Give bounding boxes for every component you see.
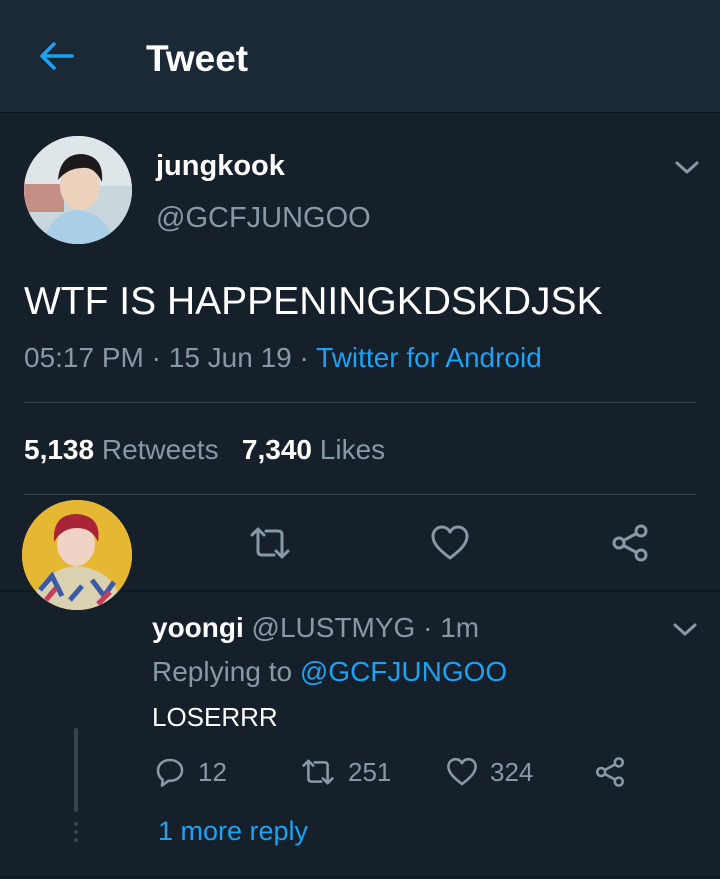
reply-like-button[interactable]: 324 xyxy=(446,754,533,790)
tweet-meta: 05:17 PM · 15 Jun 19 · Twitter for Andro… xyxy=(24,342,542,374)
likes-stat[interactable]: 7,340 Likes xyxy=(242,434,385,465)
avatar[interactable] xyxy=(24,136,132,244)
reply-header: yoongi @LUSTMYG · 1m xyxy=(152,612,479,644)
reply-count: 12 xyxy=(198,756,227,787)
thread-line xyxy=(74,728,78,812)
engagement-stats: 5,138 Retweets 7,340 Likes xyxy=(24,434,385,466)
likes-label: Likes xyxy=(319,434,386,465)
reply-icon xyxy=(156,758,184,787)
reply-retweet-button[interactable]: 251 xyxy=(300,754,391,790)
mention-link[interactable]: @GCFJUNGOO xyxy=(300,656,507,687)
reply-author-handle[interactable]: @LUSTMYG xyxy=(252,612,416,643)
reply-share-button[interactable] xyxy=(594,754,626,790)
page-title: Tweet xyxy=(146,38,249,79)
reply-time: 1m xyxy=(440,612,480,643)
retweet-count: 251 xyxy=(348,756,392,787)
chevron-down-icon xyxy=(673,623,697,636)
retweets-count: 5,138 xyxy=(24,434,95,465)
retweets-label: Retweets xyxy=(101,434,219,465)
share-button[interactable] xyxy=(608,521,652,565)
thread-dot xyxy=(74,830,78,834)
retweet-icon xyxy=(302,759,334,785)
tweet-date: 15 Jun 19 xyxy=(168,342,292,373)
reply-options-button[interactable] xyxy=(670,620,700,640)
tweet-source-link[interactable]: Twitter for Android xyxy=(316,342,542,373)
share-icon xyxy=(595,757,625,787)
chevron-down-icon xyxy=(675,161,699,174)
arrow-left-icon xyxy=(40,42,74,70)
share-icon xyxy=(612,524,648,562)
thread-dot xyxy=(74,822,78,826)
reply-avatar[interactable] xyxy=(22,500,132,610)
tweet-text: WTF IS HAPPENINGKDSKDJSK xyxy=(24,280,603,323)
like-button[interactable] xyxy=(428,521,472,565)
tweet-time: 05:17 PM xyxy=(24,342,144,373)
avatar-photo-icon xyxy=(24,136,132,244)
avatar-photo-icon xyxy=(22,500,132,610)
heart-icon xyxy=(431,525,469,560)
tweet-options-button[interactable] xyxy=(672,158,702,178)
back-button[interactable] xyxy=(36,38,76,74)
reply-author-name[interactable]: yoongi xyxy=(152,612,244,643)
like-count: 324 xyxy=(490,756,534,787)
more-replies-link[interactable]: 1 more reply xyxy=(158,816,308,847)
author-handle[interactable]: @GCFJUNGOO xyxy=(156,202,371,235)
meta-separator: · xyxy=(143,342,169,373)
author-name[interactable]: jungkook xyxy=(156,150,285,183)
retweet-icon xyxy=(250,527,290,559)
likes-count: 7,340 xyxy=(241,434,312,465)
retweets-stat[interactable]: 5,138 Retweets xyxy=(24,434,219,465)
reply-reply-button[interactable]: 12 xyxy=(154,754,227,790)
divider xyxy=(24,494,696,495)
retweet-button[interactable] xyxy=(248,521,292,565)
reply-text: LOSERRR xyxy=(152,702,278,732)
replying-prefix: Replying to xyxy=(152,656,300,687)
top-app-bar: Tweet xyxy=(0,0,720,113)
divider xyxy=(24,402,696,403)
section-separator xyxy=(0,876,720,878)
heart-icon xyxy=(447,757,477,786)
meta-separator: · xyxy=(291,342,317,373)
meta-separator: · xyxy=(415,612,441,643)
thread-dot xyxy=(74,838,78,842)
replying-to: Replying to @GCFJUNGOO xyxy=(152,656,507,688)
